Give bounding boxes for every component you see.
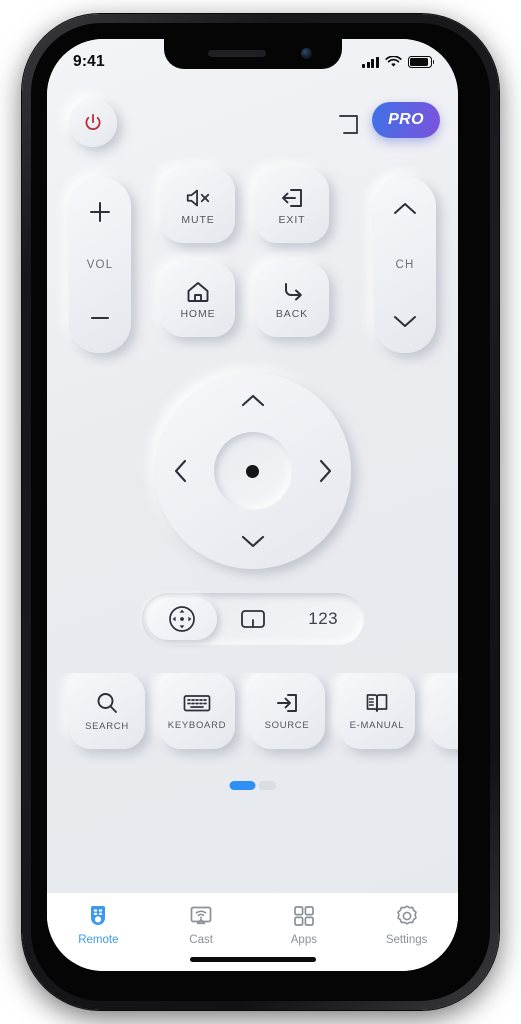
wifi-icon: [385, 56, 402, 67]
fullscreen-corner-icon: [339, 115, 358, 134]
mode-touchpad[interactable]: [217, 598, 288, 640]
shortcut-overflow[interactable]: [429, 673, 458, 749]
chevron-left-icon: [174, 459, 186, 483]
back-button[interactable]: BACK: [255, 263, 329, 337]
apps-grid-icon: [294, 906, 314, 926]
pro-badge[interactable]: PRO: [372, 102, 440, 138]
primary-controls: VOL CH MUTE EXIT HOME BACK: [47, 169, 458, 353]
tab-settings[interactable]: Settings: [355, 903, 458, 946]
gear-icon: [396, 905, 417, 925]
chevron-down-icon: [241, 535, 264, 548]
dpad-left-button[interactable]: [161, 451, 201, 491]
numpad-label: 123: [308, 609, 339, 628]
dpad-ok-button[interactable]: [213, 432, 292, 510]
phone-screen: 9:41 PRO VOL CH MUTE EXIT HOME BACK 123 …: [47, 39, 458, 971]
status-time: 9:41: [73, 53, 105, 70]
battery-icon: [408, 56, 435, 68]
volume-rocker[interactable]: VOL: [69, 177, 131, 353]
book-icon: [366, 694, 388, 712]
tab-label: Cast: [189, 934, 213, 946]
shortcut-search[interactable]: SEARCH: [69, 673, 145, 749]
search-icon: [97, 693, 117, 713]
mute-label: MUTE: [181, 214, 215, 226]
keyboard-icon: [183, 695, 211, 712]
remote-app: 9:41 PRO VOL CH MUTE EXIT HOME BACK 123 …: [47, 39, 458, 971]
shortcut-emanual[interactable]: E-MANUAL: [339, 673, 415, 749]
speaker-mute-icon: [186, 189, 210, 207]
tab-remote[interactable]: Remote: [47, 903, 150, 946]
cast-icon: [190, 906, 212, 925]
shortcut-label: KEYBOARD: [167, 720, 227, 731]
dpad-right-button[interactable]: [305, 451, 345, 491]
channel-label: CH: [395, 259, 415, 271]
back-label: BACK: [275, 308, 309, 320]
plus-icon[interactable]: [87, 199, 113, 225]
shortcut-keyboard[interactable]: KEYBOARD: [159, 673, 235, 749]
exit-arrow-icon: [282, 189, 302, 207]
power-button[interactable]: [69, 99, 117, 147]
source-input-icon: [277, 694, 297, 712]
chevron-down-icon[interactable]: [391, 311, 419, 331]
remote-icon: [91, 906, 106, 925]
tab-cast[interactable]: Cast: [150, 903, 253, 946]
minus-icon[interactable]: [87, 305, 113, 331]
touchpad-icon: [240, 610, 265, 628]
home-label: HOME: [180, 308, 216, 320]
mode-dpad[interactable]: [146, 598, 218, 640]
page-dot-inactive: [258, 781, 276, 790]
volume-label: VOL: [86, 259, 114, 271]
notch: [163, 39, 342, 69]
home-button[interactable]: HOME: [161, 263, 235, 337]
home-indicator: [189, 957, 316, 962]
mode-numpad[interactable]: 123: [288, 598, 359, 640]
pro-badge-label: PRO: [388, 111, 424, 128]
ok-dot-icon: [246, 464, 259, 478]
channel-rocker[interactable]: CH: [374, 177, 436, 353]
phone-bezel: 9:41 PRO VOL CH MUTE EXIT HOME BACK 123 …: [31, 23, 490, 1001]
chevron-up-icon[interactable]: [391, 199, 419, 219]
front-camera: [300, 48, 312, 59]
dpad-control: [154, 373, 351, 569]
mute-button[interactable]: MUTE: [161, 169, 235, 243]
back-arrow-icon: [285, 283, 302, 301]
input-mode-switcher: 123: [141, 593, 364, 645]
tab-label: Apps: [290, 934, 317, 946]
chevron-right-icon: [319, 459, 331, 483]
earpiece-speaker: [207, 50, 266, 57]
dpad-up-button[interactable]: [233, 381, 273, 421]
shortcut-label: SEARCH: [85, 721, 129, 732]
shortcut-label: E-MANUAL: [349, 720, 405, 731]
tab-label: Settings: [385, 934, 428, 946]
power-icon: [85, 114, 101, 130]
home-icon: [187, 282, 209, 302]
shortcut-source[interactable]: SOURCE: [249, 673, 325, 749]
phone-frame: 9:41 PRO VOL CH MUTE EXIT HOME BACK 123 …: [22, 14, 499, 1010]
dpad-mode-icon: [168, 606, 195, 632]
shortcut-label: SOURCE: [264, 720, 310, 731]
tab-apps[interactable]: Apps: [253, 903, 356, 946]
page-dot-active: [229, 781, 255, 790]
page-indicator[interactable]: [229, 781, 276, 790]
exit-button[interactable]: EXIT: [255, 169, 329, 243]
app-header: PRO: [47, 95, 458, 157]
chevron-up-icon: [241, 394, 264, 407]
dpad-down-button[interactable]: [233, 521, 273, 561]
tab-label: Remote: [78, 934, 119, 946]
shortcut-row[interactable]: SEARCH KEYBOARD SOURCE E-MANUAL: [47, 673, 458, 765]
fullscreen-button[interactable]: [336, 111, 362, 137]
status-icons: [362, 56, 435, 68]
exit-label: EXIT: [278, 214, 306, 226]
signal-bars-icon: [362, 56, 379, 68]
remote-content: PRO VOL CH MUTE EXIT HOME BACK 123 SEARC…: [47, 81, 458, 893]
